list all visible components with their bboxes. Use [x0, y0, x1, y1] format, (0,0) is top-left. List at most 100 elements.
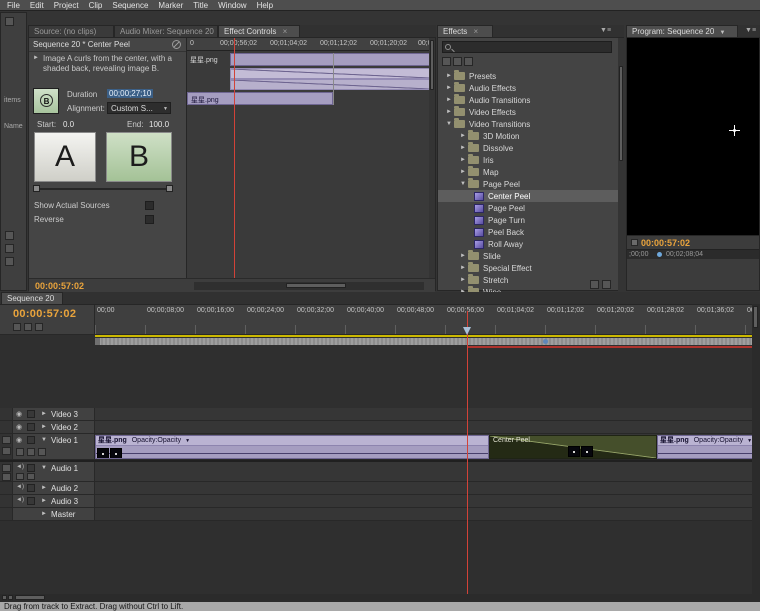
track-lock-toggle[interactable]: [27, 484, 35, 492]
toggle-timeline-view-icon[interactable]: [172, 40, 181, 49]
track-lock-toggle[interactable]: [27, 410, 35, 418]
clip-effect-badge[interactable]: Opacity:Opacity: [132, 437, 181, 444]
alignment-dropdown[interactable]: Custom S... ▼: [107, 102, 171, 114]
new-custom-bin-icon[interactable]: [590, 280, 599, 289]
show-keyframes-icon[interactable]: [27, 448, 35, 456]
program-timecode[interactable]: 00:00:57:02: [641, 238, 690, 248]
track-header-video3[interactable]: ◉ ► Video 3: [0, 408, 95, 421]
scrollbar-thumb[interactable]: [15, 595, 45, 600]
show-keyframes-icon[interactable]: [27, 473, 35, 480]
disclosure-triangle-icon[interactable]: ►: [458, 157, 468, 163]
mini-playhead[interactable]: [234, 38, 235, 278]
mini-clip-a[interactable]: [230, 53, 431, 66]
show-actual-sources-checkbox[interactable]: [145, 201, 154, 210]
delete-icon[interactable]: [602, 280, 611, 289]
dock-icon[interactable]: [5, 17, 14, 26]
timeline-hscrollbar[interactable]: [0, 594, 760, 602]
disclosure-triangle-icon[interactable]: ►: [41, 411, 47, 417]
effect-controls-mini-timeline[interactable]: 0 00;00;56;02 00;01;04;02 00;01;12;02 00…: [186, 38, 435, 278]
disclosure-triangle-icon[interactable]: ►: [41, 498, 47, 504]
zoom-handle[interactable]: [8, 595, 13, 600]
set-encore-marker-icon[interactable]: [24, 323, 32, 331]
fx-bin-video-transitions[interactable]: ▼Video Transitions: [438, 118, 618, 130]
fx-item-center-peel[interactable]: Center Peel: [438, 190, 618, 202]
fx-bin-iris[interactable]: ►Iris: [438, 154, 618, 166]
disclosure-triangle-icon[interactable]: ►: [41, 511, 47, 517]
track-header-video1[interactable]: ◉ ▼ Video 1: [0, 434, 95, 460]
close-icon[interactable]: ×: [283, 27, 288, 36]
effect-controls-timecode[interactable]: 00:00:57:02: [35, 281, 84, 291]
end-value[interactable]: 100.0: [149, 120, 169, 129]
toggle-track-audio-icon[interactable]: ◄): [16, 484, 24, 490]
menu-title[interactable]: Title: [188, 0, 213, 11]
toggle-track-audio-icon[interactable]: ◄): [16, 497, 24, 503]
fx-item-roll-away[interactable]: Roll Away: [438, 238, 618, 250]
menu-clip[interactable]: Clip: [84, 0, 108, 11]
chevron-down-icon[interactable]: ▼: [185, 438, 190, 444]
toggle-track-output-icon[interactable]: ◉: [16, 423, 22, 431]
playhead-caret[interactable]: [463, 327, 471, 335]
track-header-master[interactable]: ► Master: [0, 508, 95, 521]
toggle-track-output-icon[interactable]: ◉: [16, 410, 22, 418]
disclosure-triangle-icon[interactable]: ►: [458, 169, 468, 175]
dock-tool-icon[interactable]: [5, 257, 14, 266]
reverse-checkbox[interactable]: [145, 215, 154, 224]
disclosure-triangle-icon[interactable]: ►: [458, 133, 468, 139]
snap-icon[interactable]: [13, 323, 21, 331]
disclosure-triangle-icon[interactable]: ▼: [41, 465, 47, 471]
clip-effect-badge[interactable]: Opacity:Opacity: [694, 437, 743, 444]
disclosure-triangle-icon[interactable]: ▼: [458, 181, 468, 187]
disclosure-triangle-icon[interactable]: ►: [444, 97, 454, 103]
playhead-line[interactable]: [467, 311, 468, 594]
disclosure-triangle-icon[interactable]: ►: [33, 55, 39, 61]
toggle-track-output-icon[interactable]: ◉: [16, 436, 22, 444]
fx-bin-presets[interactable]: ►Presets: [438, 70, 618, 82]
work-area-grip[interactable]: [543, 339, 548, 344]
fx-bin-audio-transitions[interactable]: ►Audio Transitions: [438, 94, 618, 106]
menu-marker[interactable]: Marker: [153, 0, 188, 11]
timeline-ruler[interactable]: 00;00 00;00;08;00 00;00;16;00 00;00;24;0…: [95, 305, 760, 335]
sync-lock-icon[interactable]: [2, 436, 11, 444]
fx-item-page-peel[interactable]: Page Peel: [438, 202, 618, 214]
menu-edit[interactable]: Edit: [25, 0, 49, 11]
program-video-area[interactable]: [627, 38, 759, 235]
transition-slider-start-handle[interactable]: [33, 185, 40, 192]
scrollbar-thumb[interactable]: [753, 306, 758, 328]
start-value[interactable]: 0.0: [63, 120, 74, 129]
scrollbar-thumb[interactable]: [430, 40, 434, 90]
sync-lock-icon[interactable]: [2, 473, 11, 481]
close-icon[interactable]: ×: [474, 27, 479, 36]
dock-tool-icon[interactable]: [5, 231, 14, 240]
toggle-track-audio-icon[interactable]: ◄): [16, 464, 24, 470]
effects-view-icon[interactable]: [442, 57, 451, 66]
track-content-audio3[interactable]: [95, 495, 760, 508]
effects-view-icon[interactable]: [464, 57, 473, 66]
clip-b[interactable]: 星星.png Opacity:Opacity ▼: [657, 435, 760, 459]
track-header-audio1[interactable]: ◄) ▼ Audio 1: [0, 462, 95, 482]
track-lock-toggle[interactable]: [27, 464, 35, 472]
disclosure-triangle-icon[interactable]: ►: [444, 73, 454, 79]
track-header-video2[interactable]: ◉ ► Video 2: [0, 421, 95, 434]
menu-window[interactable]: Window: [213, 0, 251, 11]
effects-search-input[interactable]: [457, 42, 607, 52]
track-content-video1[interactable]: 星星.png Opacity:Opacity ▼ Center Peel 星星.…: [95, 434, 760, 460]
opacity-rubber-band[interactable]: [658, 453, 760, 454]
disclosure-triangle-icon[interactable]: ►: [444, 109, 454, 115]
mini-ruler[interactable]: 0 00;00;56;02 00;01;04;02 00;01;12;02 00…: [187, 38, 435, 51]
transition-start-ramp[interactable]: [230, 68, 431, 79]
sync-lock-icon[interactable]: [2, 464, 11, 472]
transition-slider-end-handle[interactable]: [166, 185, 173, 192]
effects-vscrollbar[interactable]: [618, 38, 625, 292]
disclosure-triangle-icon[interactable]: ▼: [444, 121, 454, 127]
disclosure-triangle-icon[interactable]: ►: [41, 485, 47, 491]
track-content-video3[interactable]: [95, 408, 760, 421]
marker-dot[interactable]: [657, 252, 662, 257]
set-display-style-icon[interactable]: [16, 448, 24, 456]
keyframe-nav-icon[interactable]: [38, 448, 46, 456]
timeline-timecode[interactable]: 00:00:57:02: [13, 308, 76, 320]
transition-end-ramp[interactable]: [230, 79, 431, 90]
fx-item-page-turn[interactable]: Page Turn: [438, 214, 618, 226]
work-area-end-cap[interactable]: [95, 338, 100, 345]
dock-tool-icon[interactable]: [5, 244, 14, 253]
timeline-vscrollbar[interactable]: [752, 304, 760, 594]
